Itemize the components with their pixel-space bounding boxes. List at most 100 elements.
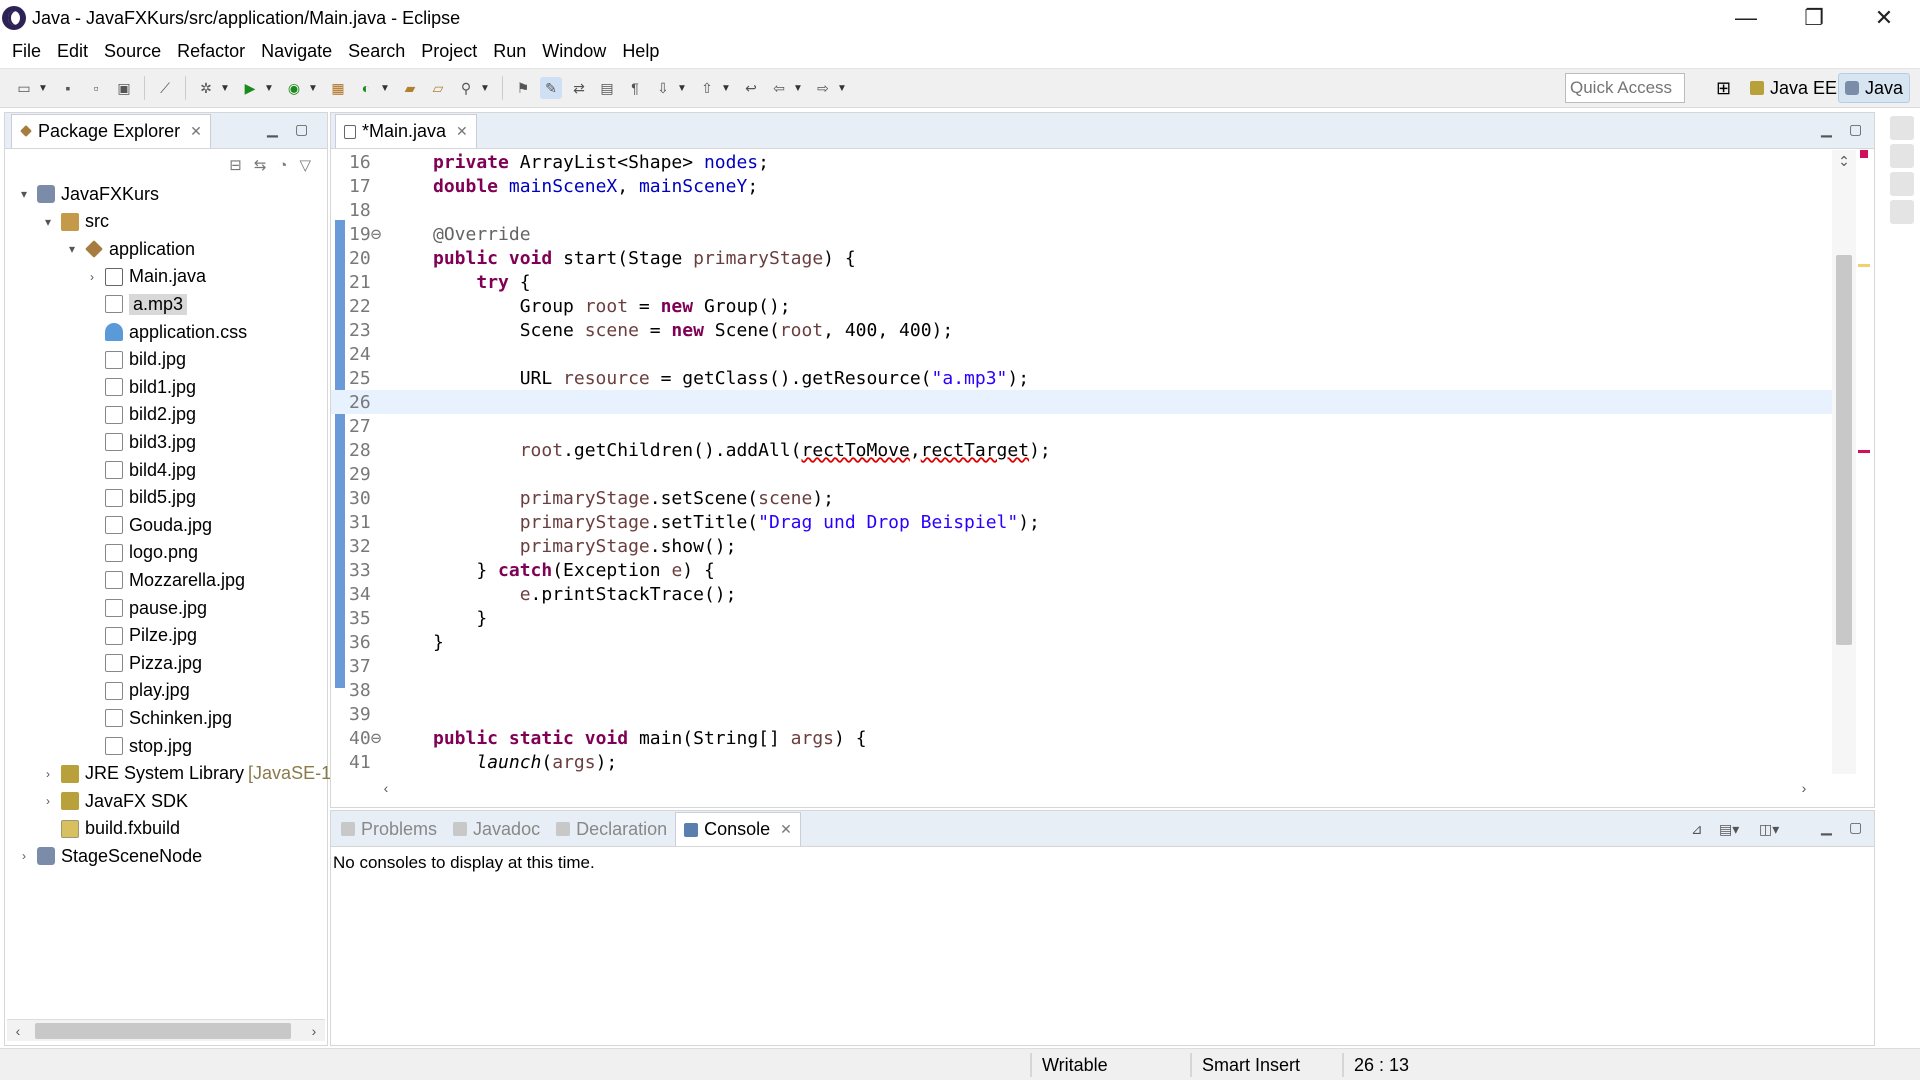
minimize-icon[interactable]: ▁ xyxy=(1821,121,1832,138)
display-console-icon[interactable]: ▤▾ xyxy=(1719,821,1739,838)
perspective-java[interactable]: Java xyxy=(1838,73,1911,103)
tree-item[interactable]: ▾ application xyxy=(65,236,195,262)
quick-access-input[interactable] xyxy=(1565,73,1685,103)
mark-occurrences-icon[interactable]: ✎ xyxy=(540,77,562,99)
minimize-icon[interactable]: ▁ xyxy=(267,121,278,138)
scroll-left-icon[interactable]: ‹ xyxy=(7,1020,29,1042)
tree-item[interactable]: bild4.jpg xyxy=(85,457,196,483)
code-line[interactable]: 17 double mainSceneX, mainSceneY; xyxy=(331,174,1841,198)
menu-edit[interactable]: Edit xyxy=(49,41,96,62)
view-menu-icon[interactable]: ▽ xyxy=(299,156,311,174)
menu-file[interactable]: File xyxy=(4,41,49,62)
code-line[interactable]: 19⊖ @Override xyxy=(331,222,1841,246)
code-line[interactable]: 37 xyxy=(331,654,1841,678)
skip-breakpoints-icon[interactable]: ⟋ xyxy=(154,77,176,99)
toggle-breadcrumb-icon[interactable]: ⚑ xyxy=(512,77,534,99)
close-icon[interactable]: ✕ xyxy=(780,821,792,838)
code-line[interactable]: 23 Scene scene = new Scene(root, 400, 40… xyxy=(331,318,1841,342)
menu-navigate[interactable]: Navigate xyxy=(253,41,340,62)
editor-horizontal-scrollbar[interactable]: ‹ › xyxy=(375,777,1815,799)
forward-dropdown-icon[interactable]: ▼ xyxy=(837,83,847,94)
tree-item[interactable]: › JavaFX SDK xyxy=(41,788,188,814)
tree-item[interactable]: › StageSceneNode xyxy=(17,843,202,869)
code-line[interactable]: 40⊖ public static void main(String[] args… xyxy=(331,726,1841,750)
editor-vertical-scrollbar[interactable]: ⌃ ⌄ xyxy=(1832,150,1856,774)
scroll-down-icon[interactable]: ⌄ xyxy=(1833,150,1855,172)
code-line[interactable]: 34 e.printStackTrace(); xyxy=(331,582,1841,606)
collapsed-arrow-icon[interactable]: › xyxy=(41,794,55,808)
tree-item[interactable]: bild3.jpg xyxy=(85,429,196,455)
new-class-icon[interactable]: ◐ xyxy=(355,77,377,99)
code-line[interactable]: 41 launch(args); xyxy=(331,750,1841,774)
tab-console[interactable]: Console ✕ xyxy=(675,812,801,846)
tab-main-java[interactable]: *Main.java ✕ xyxy=(335,114,477,148)
prev-annotation-icon[interactable]: ⇧ xyxy=(696,77,718,99)
run-icon[interactable]: ▶ xyxy=(239,77,261,99)
scroll-right-icon[interactable]: › xyxy=(303,1020,325,1042)
collapsed-arrow-icon[interactable]: › xyxy=(85,270,99,284)
block-selection-icon[interactable]: ⇄ xyxy=(568,77,590,99)
debug-icon[interactable]: ✲ xyxy=(195,77,217,99)
code-line[interactable]: 29 xyxy=(331,462,1841,486)
tree-item[interactable]: › JRE System Library [JavaSE-1.8 xyxy=(41,761,346,787)
open-task-icon[interactable]: ▱ xyxy=(427,77,449,99)
coverage-dropdown-icon[interactable]: ▼ xyxy=(308,83,318,94)
code-line[interactable]: 31 primaryStage.setTitle("Drag und Drop … xyxy=(331,510,1841,534)
save-icon[interactable]: ▪ xyxy=(57,77,79,99)
scroll-left-icon[interactable]: ‹ xyxy=(375,777,397,799)
tab-problems[interactable]: Problems xyxy=(333,812,445,846)
tree-item[interactable]: application.css xyxy=(85,319,247,345)
show-whitespace-icon[interactable]: ▤ xyxy=(596,77,618,99)
pin-console-icon[interactable]: ⊿ xyxy=(1691,821,1703,838)
code-line[interactable]: 32 primaryStage.show(); xyxy=(331,534,1841,558)
tree-item[interactable]: ▾ src xyxy=(41,209,109,235)
open-type-icon[interactable]: ▰ xyxy=(399,77,421,99)
next-annotation-dropdown-icon[interactable]: ▼ xyxy=(677,83,687,94)
code-line[interactable]: 16 private ArrayList<Shape> nodes; xyxy=(331,150,1841,174)
code-area[interactable]: 16 private ArrayList<Shape> nodes; 17 doubl… xyxy=(331,150,1841,774)
tree-item[interactable]: bild1.jpg xyxy=(85,374,196,400)
search-dropdown-icon[interactable]: ▼ xyxy=(480,83,490,94)
menu-refactor[interactable]: Refactor xyxy=(169,41,253,62)
forward-icon[interactable]: ⇨ xyxy=(812,77,834,99)
code-line[interactable]: 28 root.getChildren().addAll(rectToMove,… xyxy=(331,438,1841,462)
link-with-editor-icon[interactable]: ⇆ xyxy=(254,156,267,174)
tree-item[interactable]: play.jpg xyxy=(85,678,190,704)
menu-help[interactable]: Help xyxy=(614,41,667,62)
code-line[interactable]: 25 URL resource = getClass().getResource… xyxy=(331,366,1841,390)
open-console-icon[interactable]: ◫▾ xyxy=(1759,821,1779,838)
menu-search[interactable]: Search xyxy=(340,41,413,62)
focus-icon[interactable]: ◔ xyxy=(278,157,287,174)
expanded-arrow-icon[interactable]: ▾ xyxy=(65,242,79,256)
close-button[interactable]: ✕ xyxy=(1854,0,1914,36)
expanded-arrow-icon[interactable]: ▾ xyxy=(41,215,55,229)
code-line[interactable]: 36} xyxy=(331,630,1841,654)
tab-package-explorer[interactable]: Package Explorer ✕ xyxy=(11,113,211,148)
search-icon[interactable]: ⚲ xyxy=(455,77,477,99)
collapsed-arrow-icon[interactable]: › xyxy=(17,849,31,863)
new-dropdown-icon[interactable]: ▼ xyxy=(38,83,48,94)
tree-item[interactable]: bild2.jpg xyxy=(85,402,196,428)
run-dropdown-icon[interactable]: ▼ xyxy=(264,83,274,94)
restore-icon[interactable] xyxy=(1890,172,1914,196)
horizontal-scrollbar[interactable]: ‹ › xyxy=(7,1019,325,1041)
tree-item[interactable]: build.fxbuild xyxy=(41,816,180,842)
code-line[interactable]: 22 Group root = new Group(); xyxy=(331,294,1841,318)
error-marker[interactable] xyxy=(1858,450,1870,453)
code-line[interactable]: 24 xyxy=(331,342,1841,366)
menu-run[interactable]: Run xyxy=(485,41,534,62)
code-line[interactable]: 39 xyxy=(331,702,1841,726)
expanded-arrow-icon[interactable]: ▾ xyxy=(17,187,31,201)
save-all-icon[interactable]: ▫ xyxy=(85,77,107,99)
code-line[interactable]: 38 xyxy=(331,678,1841,702)
warning-marker[interactable] xyxy=(1858,264,1870,267)
restore-icon[interactable] xyxy=(1890,116,1914,140)
tree-item[interactable]: a.mp3 xyxy=(85,291,188,317)
tree-item[interactable]: › Main.java xyxy=(85,264,206,290)
debug-dropdown-icon[interactable]: ▼ xyxy=(220,83,230,94)
show-pilcrow-icon[interactable]: ¶ xyxy=(624,77,646,99)
new-class-dropdown-icon[interactable]: ▼ xyxy=(380,83,390,94)
maximize-icon[interactable]: ▢ xyxy=(1849,819,1862,836)
task-list-icon[interactable] xyxy=(1890,144,1914,168)
new-package-icon[interactable]: ▦ xyxy=(327,77,349,99)
